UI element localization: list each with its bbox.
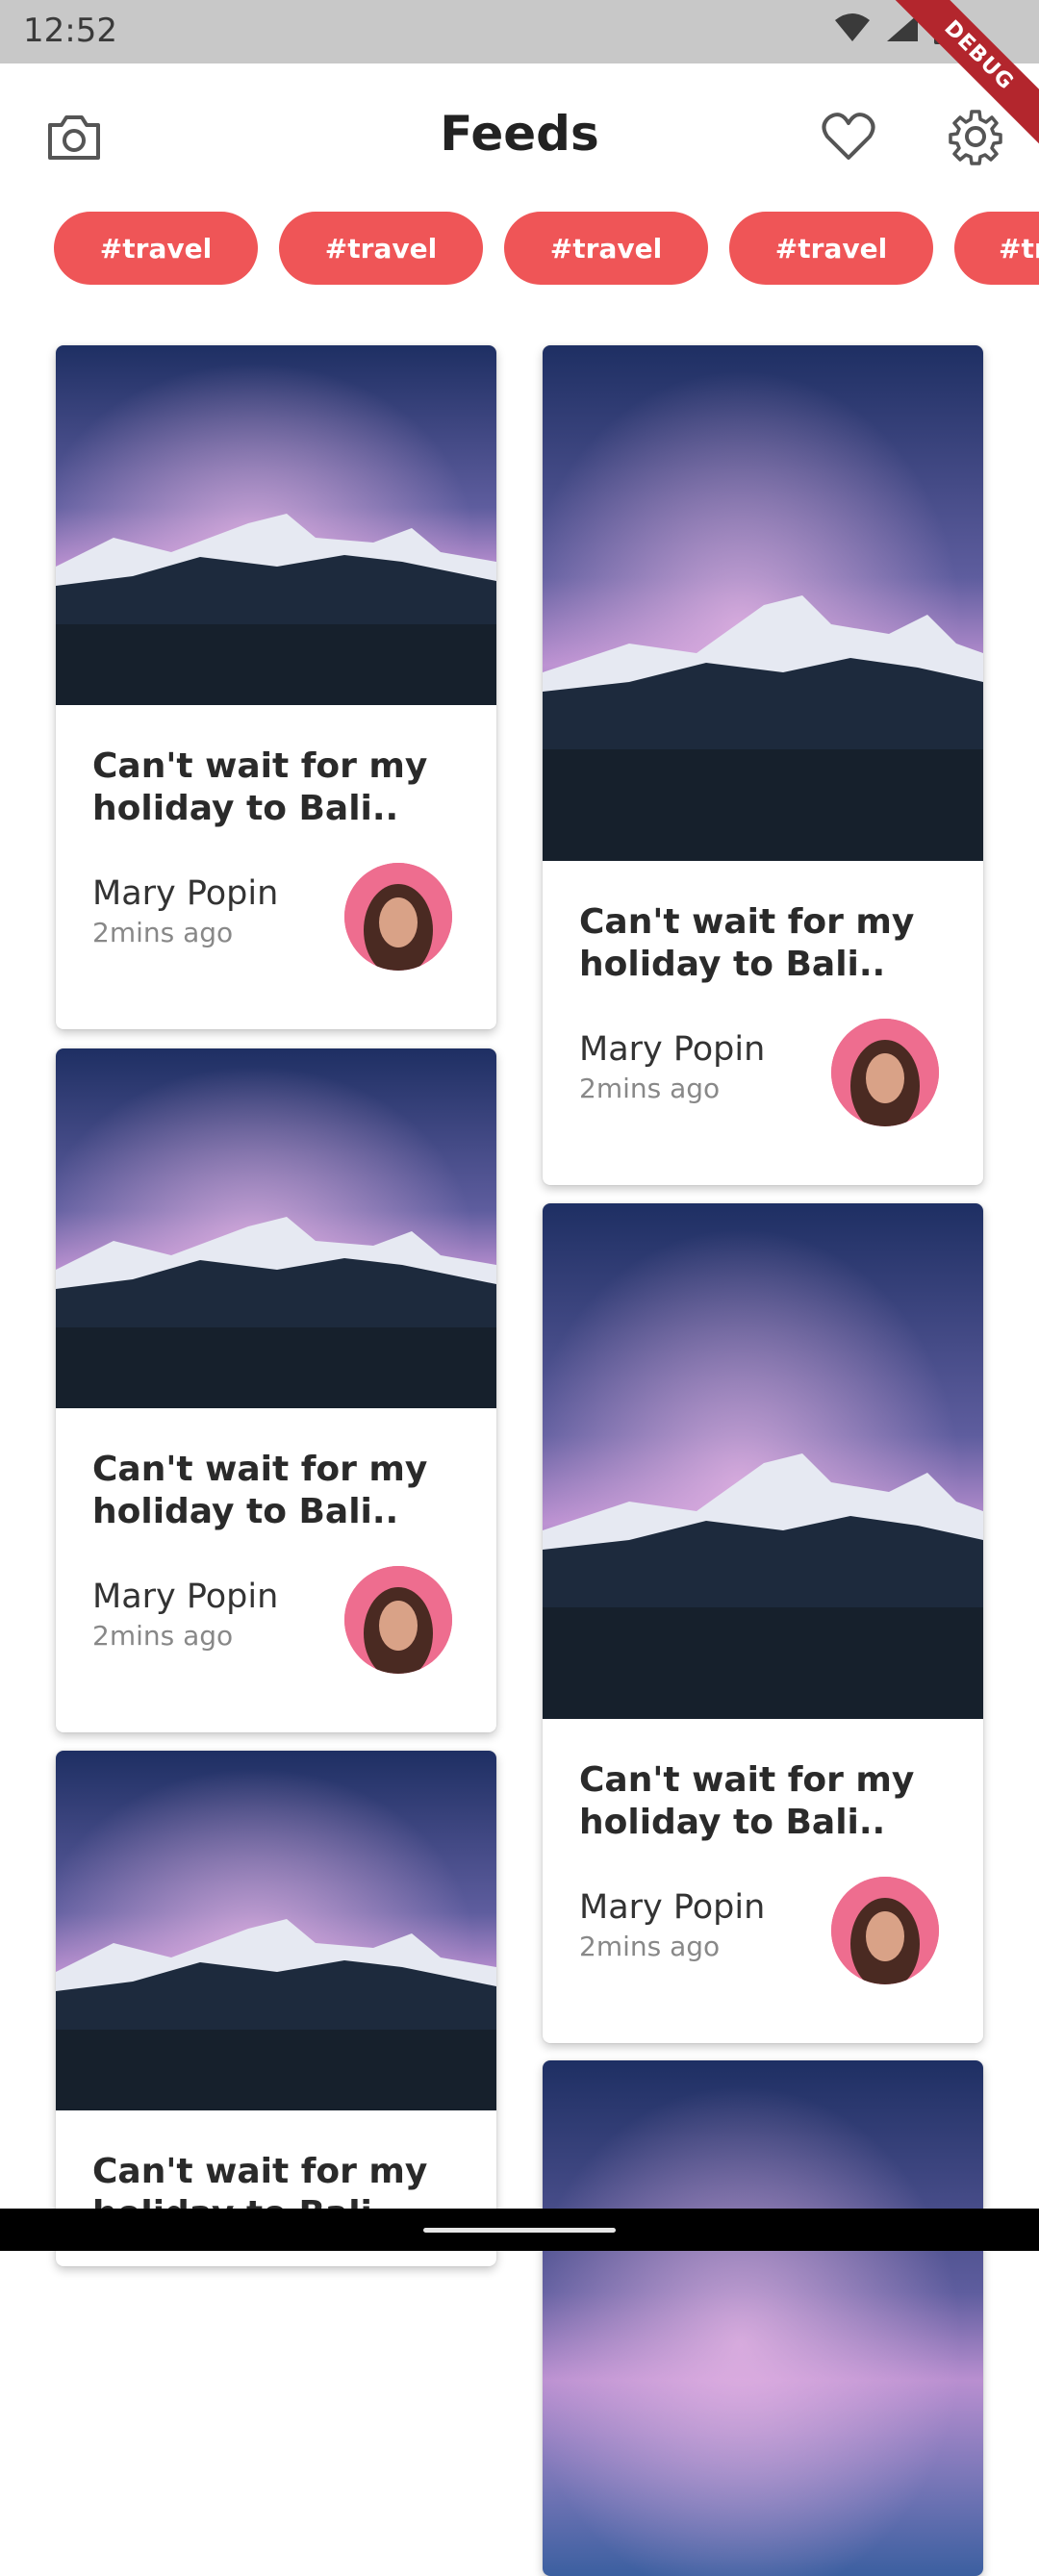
post-image bbox=[56, 345, 496, 705]
home-handle[interactable] bbox=[423, 2228, 616, 2233]
post-card[interactable]: Can't wait for my holiday to Bali.. bbox=[56, 1751, 496, 2266]
post-image bbox=[543, 2060, 983, 2576]
post-card[interactable] bbox=[543, 2060, 983, 2576]
post-text: Can't wait for my holiday to Bali.. bbox=[92, 746, 428, 828]
avatar[interactable] bbox=[831, 1877, 939, 1984]
navigation-bar bbox=[0, 2209, 1039, 2251]
post-image bbox=[56, 1048, 496, 1408]
post-image bbox=[543, 345, 983, 861]
avatar[interactable] bbox=[344, 1566, 452, 1674]
avatar[interactable] bbox=[831, 1019, 939, 1126]
post-card[interactable]: Can't wait for my holiday to Bali.. Mary… bbox=[56, 1048, 496, 1732]
post-image bbox=[543, 1203, 983, 1719]
post-card[interactable]: Can't wait for my holiday to Bali.. Mary… bbox=[543, 345, 983, 1185]
post-text: Can't wait for my holiday to Bali.. bbox=[579, 902, 915, 984]
post-card[interactable]: Can't wait for my holiday to Bali.. Mary… bbox=[543, 1203, 983, 2043]
post-text: Can't wait for my holiday to Bali.. bbox=[92, 1450, 428, 1531]
post-image bbox=[56, 1751, 496, 2110]
post-card[interactable]: Can't wait for my holiday to Bali.. Mary… bbox=[56, 345, 496, 1029]
post-text: Can't wait for my holiday to Bali.. bbox=[579, 1760, 915, 1842]
feed-grid: Can't wait for my holiday to Bali.. Mary… bbox=[0, 0, 1039, 2576]
avatar[interactable] bbox=[344, 863, 452, 971]
